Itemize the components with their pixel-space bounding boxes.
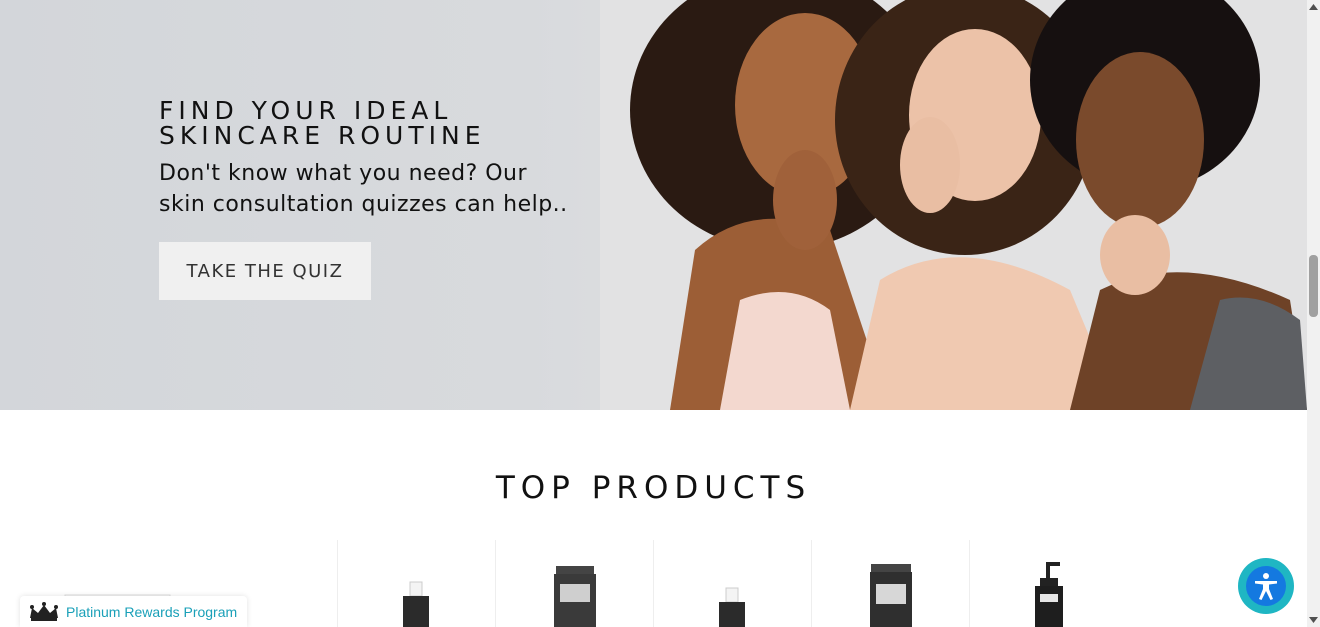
product-spray-bottle-image — [719, 587, 745, 627]
scroll-up-arrow-icon[interactable] — [1307, 0, 1320, 14]
accessibility-icon-wrapper — [1246, 566, 1286, 606]
product-card[interactable] — [337, 540, 495, 627]
hero-title: FIND YOUR IDEAL SKINCARE ROUTINE — [159, 96, 486, 150]
scrollbar-thumb[interactable] — [1309, 255, 1318, 317]
rewards-launcher[interactable]: Platinum Rewards Program — [20, 596, 247, 627]
take-quiz-button[interactable]: TAKE THE QUIZ — [159, 242, 371, 300]
product-card[interactable] — [653, 540, 811, 627]
scroll-down-arrow-icon[interactable] — [1307, 613, 1320, 627]
product-spray-bottle-image — [403, 581, 429, 627]
hero-models-image — [600, 0, 1307, 410]
product-pump-jar-image — [554, 566, 596, 627]
top-products-heading: TOP PRODUCTS — [495, 470, 812, 506]
page-scrollbar[interactable] — [1307, 0, 1320, 627]
product-card[interactable] — [495, 540, 653, 627]
product-carousel — [64, 540, 1180, 627]
hero-subtitle: Don't know what you need? Our skin consu… — [159, 161, 568, 217]
accessibility-icon — [1255, 573, 1277, 600]
rewards-label: Platinum Rewards Program — [66, 603, 238, 620]
crown-icon — [30, 601, 58, 621]
product-pump-bottle-image — [1035, 562, 1063, 627]
product-pump-jar-image — [870, 564, 912, 627]
accessibility-button[interactable] — [1238, 558, 1294, 614]
product-card[interactable] — [969, 540, 1127, 627]
hero-banner: FIND YOUR IDEAL SKINCARE ROUTINE Don't k… — [0, 0, 1307, 410]
product-card[interactable] — [811, 540, 969, 627]
